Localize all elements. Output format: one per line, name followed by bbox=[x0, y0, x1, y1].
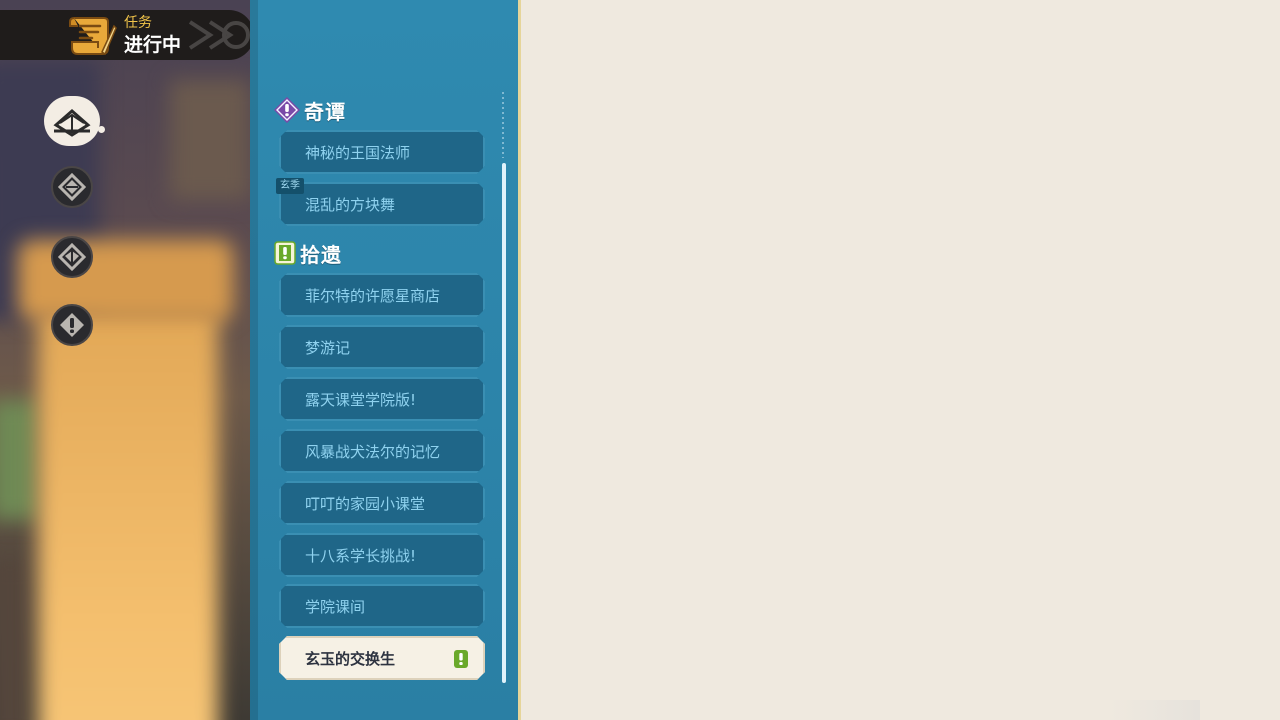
quest-book-icon bbox=[53, 109, 91, 137]
quest-label: 风暴战犬法尔的记忆 bbox=[305, 442, 441, 461]
quest-detail-area bbox=[521, 0, 1280, 720]
background-pillar-cap bbox=[18, 240, 233, 320]
quest-item[interactable]: 叮叮的家园小课堂 bbox=[279, 481, 485, 525]
compass-diamond-button[interactable] bbox=[51, 166, 93, 208]
alert-quests-button[interactable] bbox=[51, 304, 93, 346]
quest-item[interactable]: 菲尔特的许愿星商店 bbox=[279, 273, 485, 317]
header-decoration-icon bbox=[188, 20, 250, 50]
category-header-shiyi: 拾遗 bbox=[274, 239, 342, 267]
quest-list-panel[interactable]: 奇谭 神秘的王国法师 混乱的方块舞 拾遗 菲尔特的许愿星商店 梦游记 露天课堂学… bbox=[250, 0, 521, 720]
gem-diamond-icon bbox=[58, 243, 86, 271]
scroll-track bbox=[502, 92, 504, 158]
category-header-qitan: 奇谭 bbox=[274, 96, 346, 124]
quest-item[interactable]: 学院课间 bbox=[279, 584, 485, 628]
quest-label: 学院课间 bbox=[305, 597, 366, 616]
scrollbar-thumb[interactable] bbox=[502, 163, 506, 683]
green-exclamation-icon bbox=[453, 649, 469, 669]
active-indicator-dot bbox=[98, 126, 105, 133]
quest-item[interactable]: 梦游记 bbox=[279, 325, 485, 369]
quest-label: 梦游记 bbox=[305, 338, 351, 357]
quest-label: 叮叮的家园小课堂 bbox=[305, 494, 426, 513]
quest-scroll-icon bbox=[69, 17, 117, 56]
purple-exclamation-icon bbox=[274, 97, 300, 123]
quest-label: 混乱的方块舞 bbox=[305, 195, 396, 214]
quest-item[interactable]: 十八系学长挑战! bbox=[279, 533, 485, 577]
quest-label: 神秘的王国法师 bbox=[305, 143, 411, 162]
background-pillar bbox=[38, 310, 218, 720]
green-exclamation-icon bbox=[274, 241, 296, 265]
scene-background bbox=[0, 0, 250, 720]
quest-label: 露天课堂学院版! bbox=[305, 390, 417, 409]
compass-diamond-icon bbox=[58, 173, 86, 201]
background-shadow bbox=[0, 560, 30, 720]
quest-book-button[interactable] bbox=[44, 96, 100, 146]
header-title: 进行中 bbox=[124, 34, 182, 56]
quest-item[interactable]: 神秘的王国法师 bbox=[279, 130, 485, 174]
background-lamp bbox=[170, 80, 250, 200]
category-label: 拾遗 bbox=[300, 242, 342, 267]
background-plant bbox=[0, 400, 40, 520]
gem-diamond-button[interactable] bbox=[51, 236, 93, 278]
header-subtitle: 任务 bbox=[124, 15, 152, 31]
category-label: 奇谭 bbox=[304, 99, 346, 124]
exclamation-icon bbox=[60, 313, 84, 337]
quest-item-selected[interactable]: 玄玉的交换生 bbox=[279, 636, 485, 680]
quest-item[interactable]: 混乱的方块舞 bbox=[279, 182, 485, 226]
quest-item[interactable]: 风暴战犬法尔的记忆 bbox=[279, 429, 485, 473]
quest-item[interactable]: 露天课堂学院版! bbox=[279, 377, 485, 421]
quest-label: 十八系学长挑战! bbox=[305, 546, 417, 565]
quest-label: 玄玉的交换生 bbox=[305, 649, 396, 668]
quest-label: 菲尔特的许愿星商店 bbox=[305, 286, 441, 305]
quest-header: 任务 进行中 bbox=[0, 10, 254, 60]
season-tag: 玄季 bbox=[276, 178, 304, 194]
